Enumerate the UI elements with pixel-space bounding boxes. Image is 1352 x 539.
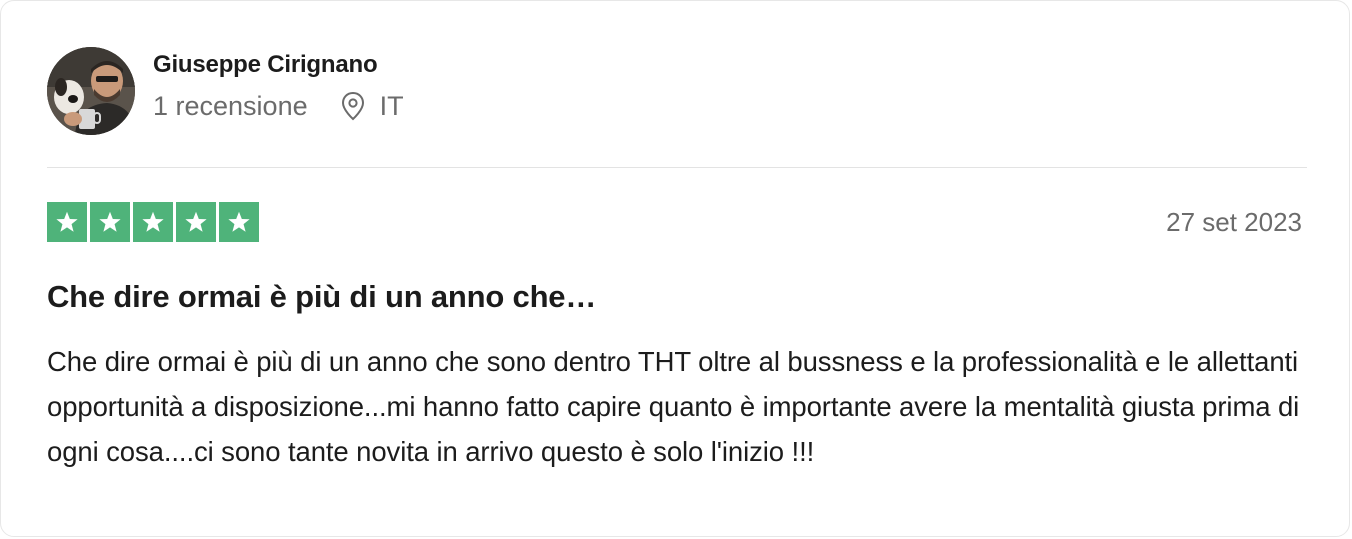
- review-title[interactable]: Che dire ormai è più di un anno che…: [47, 279, 596, 315]
- star-icon: [176, 202, 216, 242]
- star-icon: [90, 202, 130, 242]
- consumer-details: Giuseppe Cirignano 1 recensione IT: [153, 51, 404, 122]
- consumer-meta: 1 recensione IT: [153, 91, 404, 122]
- divider: [47, 167, 1307, 168]
- consumer-info: Giuseppe Cirignano 1 recensione IT: [47, 47, 404, 135]
- review-text: Che dire ormai è più di un anno che sono…: [47, 346, 1300, 467]
- country-code: IT: [379, 90, 404, 121]
- avatar-photo: [47, 47, 135, 135]
- star-icon: [47, 202, 87, 242]
- pin-icon: [341, 91, 364, 121]
- avatar[interactable]: [47, 47, 135, 135]
- consumer-location: IT: [340, 91, 404, 122]
- star-icon: [219, 202, 259, 242]
- star-icon: [133, 202, 173, 242]
- review-date: 27 set 2023: [1166, 207, 1302, 237]
- star-rating: [47, 202, 259, 242]
- consumer-name[interactable]: Giuseppe Cirignano: [153, 51, 404, 79]
- review-card: Giuseppe Cirignano 1 recensione IT 27 se…: [0, 0, 1350, 537]
- reviews-count: 1 recensione: [153, 90, 308, 121]
